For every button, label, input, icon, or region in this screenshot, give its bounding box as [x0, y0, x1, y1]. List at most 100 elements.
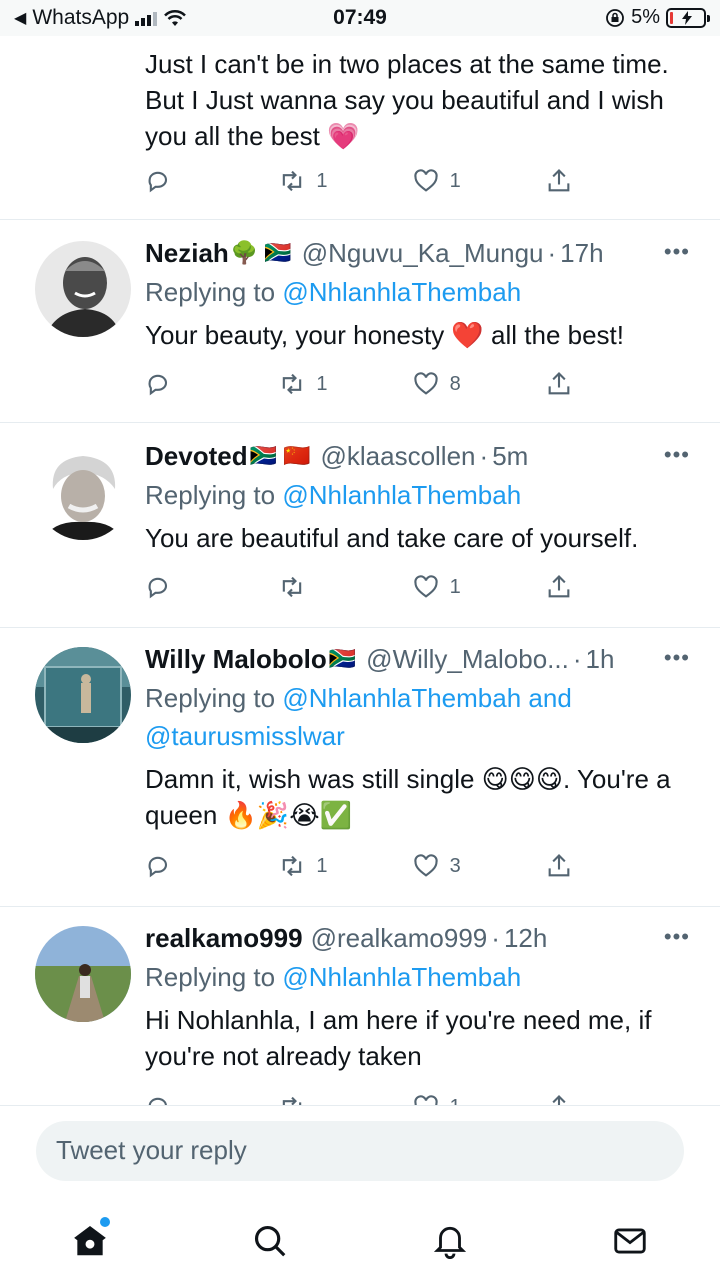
share-icon — [548, 169, 570, 192]
search-icon — [254, 1225, 286, 1257]
replying-to: Replying to @NhlanhlaThembah — [145, 273, 690, 311]
reply-button[interactable] — [145, 852, 205, 880]
timestamp: 1h — [585, 643, 615, 674]
tweet-body: Hi Nohlanhla, I am here if you're need m… — [145, 1005, 652, 1071]
tweet-actions: 1 — [145, 570, 605, 604]
like-count: 3 — [449, 854, 461, 877]
replying-link[interactable]: @NhlanhlaThembah — [282, 962, 521, 992]
retweet-count: 1 — [316, 854, 328, 877]
more-options-icon[interactable]: ••• — [664, 645, 690, 671]
tab-notifications[interactable] — [420, 1211, 480, 1271]
replying-label: Replying to — [145, 962, 283, 992]
like-count: 8 — [449, 372, 461, 395]
display-name[interactable]: Devoted — [145, 441, 248, 472]
share-button[interactable] — [545, 573, 605, 601]
tweet[interactable]: Neziah 🌳 🇿🇦 @Nguvu_Ka_Mungu · 17h ••• Re… — [0, 221, 720, 423]
retweet-button[interactable] — [278, 573, 338, 601]
timestamp: 17h — [560, 237, 604, 268]
tab-home[interactable] — [60, 1211, 120, 1271]
tweet-body: Damn it, wish was still single 😋😋😋. You'… — [145, 764, 671, 830]
reply-button[interactable] — [145, 573, 205, 601]
handle[interactable]: @Willy_Malobo... — [366, 644, 569, 675]
separator: · — [479, 440, 489, 471]
replying-label: Replying to — [145, 480, 283, 510]
separator: · — [547, 237, 557, 268]
retweet-icon — [283, 373, 302, 395]
name-emoji: 🇿🇦 — [328, 646, 357, 671]
retweet-button[interactable]: 1 — [278, 167, 338, 195]
more-options-icon[interactable]: ••• — [664, 924, 690, 950]
tweet-partial[interactable]: Just I can't be in two places at the sam… — [0, 36, 720, 220]
avatar[interactable] — [35, 444, 131, 540]
retweet-icon — [283, 170, 302, 192]
avatar[interactable] — [35, 647, 131, 743]
share-icon — [548, 575, 570, 598]
name-emoji: 🇿🇦 🇨🇳 — [249, 443, 311, 468]
tab-messages[interactable] — [600, 1211, 660, 1271]
bottom-panel: Tweet your reply — [0, 1105, 720, 1280]
name-emoji: 🌳 🇿🇦 — [230, 240, 292, 265]
reply-button[interactable] — [145, 370, 205, 398]
retweet-count: 1 — [316, 372, 328, 395]
display-name[interactable]: realkamo999 — [145, 923, 303, 954]
reply-button[interactable] — [145, 167, 205, 195]
share-icon — [548, 854, 570, 877]
more-options-icon[interactable]: ••• — [664, 239, 690, 265]
timestamp: 5m — [492, 440, 529, 471]
tweet[interactable]: Willy Malobolo 🇿🇦 @Willy_Malobo... · 1h … — [0, 629, 720, 907]
handle[interactable]: @realkamo999 — [311, 923, 488, 954]
timestamp: 12h — [503, 922, 548, 953]
tweet-reply-input[interactable]: Tweet your reply — [36, 1121, 684, 1181]
heart-icon — [414, 575, 438, 598]
status-right: 5% — [605, 6, 710, 29]
reply-icon — [148, 856, 168, 878]
like-button[interactable]: 8 — [412, 370, 472, 398]
handle[interactable]: @Nguvu_Ka_Mungu — [302, 238, 544, 269]
tweet[interactable]: Devoted 🇿🇦 🇨🇳 @klaascollen · 5m ••• Repl… — [0, 424, 720, 628]
share-button[interactable] — [545, 370, 605, 398]
retweet-count: 1 — [316, 169, 328, 192]
tab-bar — [0, 1206, 720, 1276]
reply-icon — [148, 374, 168, 396]
reply-icon — [148, 577, 168, 599]
more-options-icon[interactable]: ••• — [664, 442, 690, 468]
status-bar: ◀ WhatsApp 07:49 5% — [0, 0, 720, 36]
tweet-header: realkamo999 @realkamo999 · 12h — [145, 920, 690, 956]
retweet-icon — [283, 576, 302, 598]
like-button[interactable]: 1 — [412, 167, 472, 195]
tweet-body: Just I can't be in two places at the sam… — [145, 49, 669, 151]
replying-link[interactable]: @NhlanhlaThembah — [282, 277, 521, 307]
like-button[interactable]: 3 — [412, 852, 472, 880]
heart-icon — [414, 169, 438, 192]
separator: · — [491, 922, 500, 953]
tweet-header: Willy Malobolo 🇿🇦 @Willy_Malobo... · 1h — [145, 641, 690, 677]
new-content-dot — [100, 1217, 110, 1227]
like-count: 1 — [449, 169, 461, 192]
share-button[interactable] — [545, 852, 605, 880]
share-button[interactable] — [545, 167, 605, 195]
like-button[interactable]: 1 — [412, 573, 472, 601]
replying-label: Replying to — [145, 683, 283, 713]
tweet-body: Your beauty, your honesty ❤️ all the bes… — [145, 320, 624, 350]
replying-label: Replying to — [145, 277, 283, 307]
handle[interactable]: @klaascollen — [320, 441, 475, 472]
tweet[interactable]: realkamo999 @realkamo999 · 12h ••• Reply… — [0, 908, 720, 1119]
rotation-lock-icon — [606, 8, 624, 27]
retweet-icon — [283, 855, 302, 877]
share-icon — [548, 372, 570, 395]
display-name[interactable]: Neziah — [145, 238, 229, 269]
tweet-actions: 1 8 — [145, 367, 605, 401]
replying-link[interactable]: @NhlanhlaThembah — [282, 480, 521, 510]
tweet-header: Neziah 🌳 🇿🇦 @Nguvu_Ka_Mungu · 17h — [145, 235, 690, 271]
retweet-button[interactable]: 1 — [278, 852, 338, 880]
avatar[interactable] — [35, 241, 131, 337]
replying-to: Replying to @NhlanhlaThembah — [145, 476, 690, 514]
home-icon — [74, 1225, 106, 1256]
like-count: 1 — [449, 575, 461, 598]
messages-icon — [614, 1228, 646, 1254]
display-name[interactable]: Willy Malobolo — [145, 644, 327, 675]
replying-to: Replying to @NhlanhlaThembah and @taurus… — [145, 679, 690, 755]
retweet-button[interactable]: 1 — [278, 370, 338, 398]
avatar[interactable] — [35, 926, 131, 1022]
tab-search[interactable] — [240, 1211, 300, 1271]
